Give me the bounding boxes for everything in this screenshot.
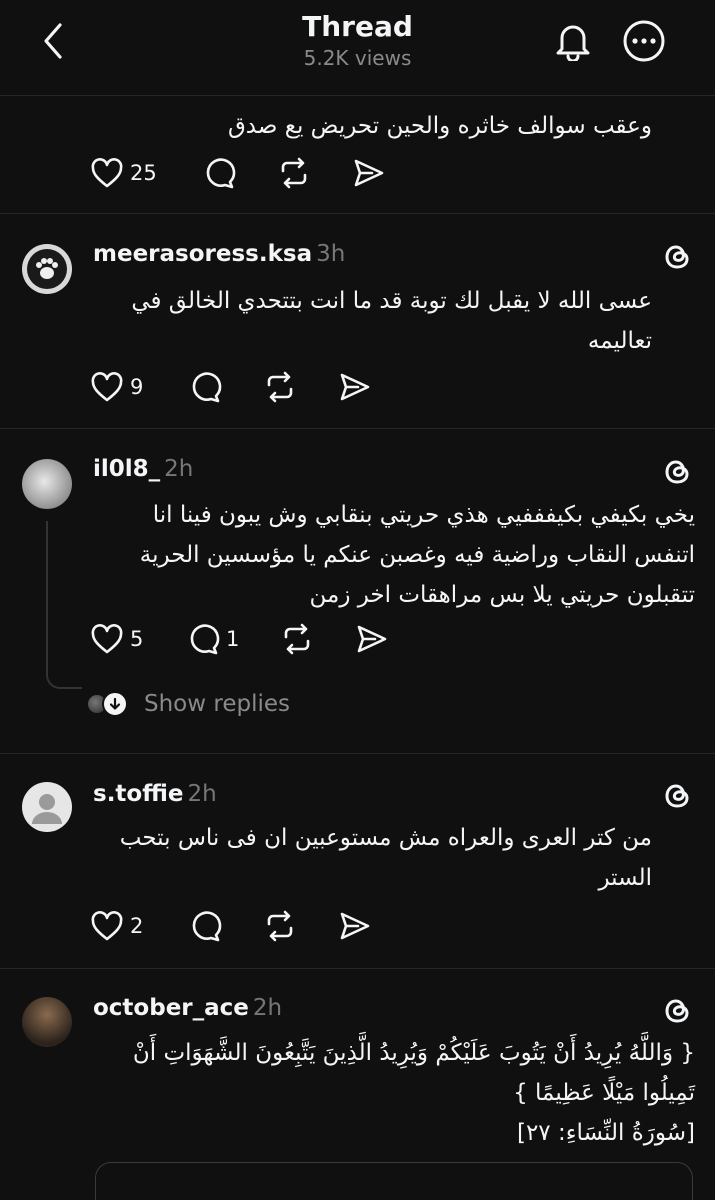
heart-icon bbox=[91, 911, 123, 941]
reply-button[interactable] bbox=[202, 155, 236, 191]
avatar[interactable] bbox=[22, 244, 72, 294]
threads-logo-icon[interactable] bbox=[660, 240, 694, 274]
send-icon bbox=[340, 912, 370, 940]
reply-button[interactable] bbox=[188, 369, 222, 405]
comment-icon bbox=[192, 372, 222, 403]
timestamp: 3h bbox=[316, 241, 346, 267]
avatar[interactable] bbox=[22, 997, 72, 1047]
more-icon bbox=[623, 20, 665, 62]
top-bar: Thread 5.2K views bbox=[0, 0, 715, 96]
arrow-down-icon bbox=[102, 691, 128, 717]
comment-icon bbox=[190, 624, 220, 655]
show-replies-button[interactable]: Show replies bbox=[86, 687, 290, 721]
show-replies-label: Show replies bbox=[144, 691, 290, 717]
comment-icon bbox=[206, 158, 236, 189]
username-text: s.toffie bbox=[93, 781, 184, 807]
share-button[interactable] bbox=[352, 155, 386, 191]
reply-post: meerasoress.ksa 3h عسى الله لا يقبل لك تو… bbox=[0, 214, 715, 429]
repost-button[interactable] bbox=[280, 621, 314, 657]
share-button[interactable] bbox=[338, 369, 372, 405]
action-bar: 2 bbox=[90, 908, 410, 948]
reply-count: 1 bbox=[226, 627, 240, 651]
timestamp: 2h bbox=[252, 995, 283, 1021]
action-bar: 25 bbox=[90, 155, 410, 195]
more-options-button[interactable] bbox=[620, 17, 668, 65]
thread-connector bbox=[46, 521, 48, 671]
reply-post: il0l8_ 2h يخي بكيفي بكيفففيي هذي حريتي بن… bbox=[0, 429, 715, 754]
avatar[interactable] bbox=[22, 459, 72, 509]
threads-logo-icon[interactable] bbox=[660, 994, 694, 1028]
avatar[interactable] bbox=[22, 782, 72, 832]
share-button[interactable] bbox=[355, 621, 389, 657]
repost-icon bbox=[281, 157, 307, 189]
share-button[interactable] bbox=[338, 908, 372, 944]
repost-icon bbox=[267, 910, 293, 942]
repost-icon bbox=[284, 623, 310, 655]
action-bar: 9 bbox=[90, 369, 410, 409]
paw-icon bbox=[27, 249, 67, 289]
repost-button[interactable] bbox=[277, 155, 311, 191]
username[interactable]: october_ace 2h bbox=[93, 995, 282, 1021]
timestamp: 2h bbox=[164, 456, 194, 482]
username[interactable]: meerasoress.ksa 3h bbox=[93, 241, 345, 267]
username[interactable]: s.toffie 2h bbox=[93, 781, 217, 807]
reply-button[interactable]: 1 bbox=[186, 621, 239, 657]
username[interactable]: il0l8_ 2h bbox=[93, 456, 193, 482]
action-bar: 5 1 bbox=[90, 621, 410, 661]
heart-icon bbox=[91, 624, 123, 654]
username-text: october_ace bbox=[93, 995, 249, 1021]
like-count: 2 bbox=[130, 914, 144, 938]
reply-post: s.toffie 2h من كتر العرى والعراه مش مستوع… bbox=[0, 754, 715, 969]
comment-icon bbox=[192, 911, 222, 942]
notifications-button[interactable] bbox=[550, 18, 596, 64]
quoted-post-card[interactable] bbox=[95, 1162, 693, 1200]
send-icon bbox=[340, 373, 370, 401]
like-button[interactable]: 5 bbox=[90, 621, 143, 657]
username-text: meerasoress.ksa bbox=[93, 241, 313, 267]
thread-connector-curve bbox=[46, 669, 82, 689]
like-count: 25 bbox=[130, 161, 157, 185]
reply-button[interactable] bbox=[188, 908, 222, 944]
default-avatar-icon bbox=[32, 794, 62, 824]
like-count: 5 bbox=[130, 627, 144, 651]
threads-logo-icon[interactable] bbox=[660, 779, 694, 813]
like-button[interactable]: 9 bbox=[90, 369, 143, 405]
repost-button[interactable] bbox=[263, 908, 297, 944]
like-count: 9 bbox=[130, 375, 144, 399]
post-text: عسى الله لا يقبل لك توبة قد ما انت بتتحد… bbox=[131, 288, 652, 354]
bell-icon bbox=[556, 25, 590, 61]
like-button[interactable]: 2 bbox=[90, 908, 143, 944]
send-icon bbox=[354, 159, 384, 187]
post-text: وعقب سوالف خاثره والحين تحريض يع صدق bbox=[227, 113, 652, 139]
post-text: من كتر العرى والعراه مش مستوعبين ان فى ن… bbox=[119, 825, 652, 891]
heart-icon bbox=[91, 372, 123, 402]
username-text: il0l8_ bbox=[93, 456, 161, 482]
threads-logo-icon[interactable] bbox=[660, 455, 694, 489]
view-count: 5.2K views bbox=[303, 46, 412, 70]
reply-post: وعقب سوالف خاثره والحين تحريض يع صدق 25 bbox=[0, 96, 715, 214]
repost-icon bbox=[267, 371, 293, 403]
timestamp: 2h bbox=[187, 781, 217, 807]
like-button[interactable]: 25 bbox=[90, 155, 157, 191]
repost-button[interactable] bbox=[263, 369, 297, 405]
heart-icon bbox=[91, 158, 123, 188]
post-text: { وَاللَّهُ يُرِيدُ أَنْ يَتُوبَ عَلَيْك… bbox=[132, 1040, 695, 1146]
page-title: Thread bbox=[302, 10, 413, 43]
send-icon bbox=[357, 625, 387, 653]
post-text: يخي بكيفي بكيفففيي هذي حريتي بنقابي وش ي… bbox=[139, 502, 695, 608]
